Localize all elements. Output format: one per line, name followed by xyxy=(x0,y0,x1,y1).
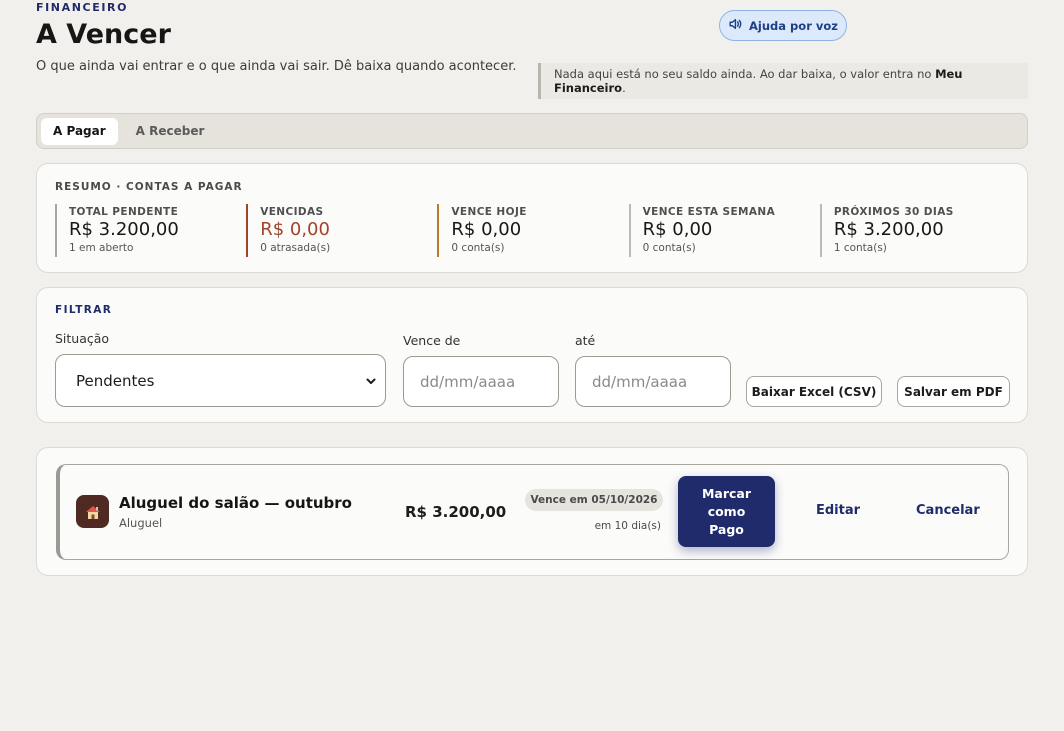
speaker-icon xyxy=(728,17,742,34)
status-select-value: Pendentes xyxy=(76,371,155,390)
stat-label: VENCIDAS xyxy=(260,206,324,218)
page-eyebrow: FINANCEIRO xyxy=(36,1,129,14)
bills-list-card: Aluguel do salão — outubro Aluguel R$ 3.… xyxy=(36,447,1028,576)
export-pdf-button[interactable]: Salvar em PDF xyxy=(897,376,1010,407)
stat-label: PRÓXIMOS 30 DIAS xyxy=(833,206,954,218)
list-item: Aluguel do salão — outubro Aluguel R$ 3.… xyxy=(56,464,1009,560)
filter-heading: FILTRAR xyxy=(55,304,113,316)
stat-vencidas: VENCIDAS R$ 0,00 0 atrasada(s) xyxy=(246,204,437,257)
due-to-label: até xyxy=(575,333,596,348)
summary-heading: RESUMO · CONTAS A PAGAR xyxy=(55,181,243,193)
mark-paid-button[interactable]: Marcar como Pago xyxy=(678,476,775,547)
status-label: Situação xyxy=(55,331,110,346)
stat-proximos-30-dias: PRÓXIMOS 30 DIAS R$ 3.200,00 1 conta(s) xyxy=(819,204,1011,257)
stat-sub: 0 atrasada(s) xyxy=(260,242,331,254)
due-relative: em 10 dia(s) xyxy=(594,520,661,532)
stat-value: R$ 0,00 xyxy=(451,219,522,240)
stat-label: TOTAL PENDENTE xyxy=(69,206,179,218)
tab-bar: A Pagar A Receber xyxy=(36,113,1028,149)
stat-label: VENCE ESTA SEMANA xyxy=(642,206,776,218)
stat-sub: 1 em aberto xyxy=(69,242,134,254)
cancel-button[interactable]: Cancelar xyxy=(916,503,980,518)
voice-help-button[interactable]: Ajuda por voz xyxy=(719,10,847,41)
filter-card: FILTRAR Situação Pendentes Vence de até … xyxy=(36,287,1028,423)
summary-card: RESUMO · CONTAS A PAGAR TOTAL PENDENTE R… xyxy=(36,163,1028,273)
stat-value: R$ 0,00 xyxy=(642,219,713,240)
summary-stats: TOTAL PENDENTE R$ 3.200,00 1 em aberto V… xyxy=(55,204,1011,257)
voice-help-label: Ajuda por voz xyxy=(749,18,838,33)
house-icon xyxy=(76,495,109,528)
due-from-label: Vence de xyxy=(403,333,461,348)
stat-value: R$ 3.200,00 xyxy=(833,219,944,240)
notice-text: Nada aqui está no seu saldo ainda. Ao da… xyxy=(554,67,963,95)
stat-sub: 1 conta(s) xyxy=(833,242,887,254)
due-date-badge: Vence em 05/10/2026 xyxy=(525,489,663,511)
chevron-down-icon xyxy=(365,373,377,385)
due-from-input[interactable] xyxy=(403,356,559,407)
stat-vence-semana: VENCE ESTA SEMANA R$ 0,00 0 conta(s) xyxy=(628,204,820,257)
stat-sub: 0 conta(s) xyxy=(451,242,505,254)
bill-name: Aluguel do salão — outubro xyxy=(119,494,352,512)
stat-sub: 0 conta(s) xyxy=(642,242,696,254)
due-to-input[interactable] xyxy=(575,356,731,407)
status-select[interactable]: Pendentes xyxy=(55,354,386,407)
page-subtitle: O que ainda vai entrar e o que ainda vai… xyxy=(36,59,517,74)
export-csv-button[interactable]: Baixar Excel (CSV) xyxy=(746,376,882,407)
bill-amount: R$ 3.200,00 xyxy=(405,503,507,521)
tab-a-pagar[interactable]: A Pagar xyxy=(41,117,118,145)
stat-value: R$ 0,00 xyxy=(260,219,330,240)
edit-button[interactable]: Editar xyxy=(816,503,860,518)
stat-label: VENCE HOJE xyxy=(451,206,527,218)
stat-vence-hoje: VENCE HOJE R$ 0,00 0 conta(s) xyxy=(437,204,628,257)
tab-a-receber[interactable]: A Receber xyxy=(124,118,217,145)
balance-notice: Nada aqui está no seu saldo ainda. Ao da… xyxy=(538,63,1028,99)
bill-category: Aluguel xyxy=(119,516,163,530)
page-title: A Vencer xyxy=(36,19,171,50)
stat-value: R$ 3.200,00 xyxy=(69,219,179,240)
stat-total-pendente: TOTAL PENDENTE R$ 3.200,00 1 em aberto xyxy=(55,204,246,257)
